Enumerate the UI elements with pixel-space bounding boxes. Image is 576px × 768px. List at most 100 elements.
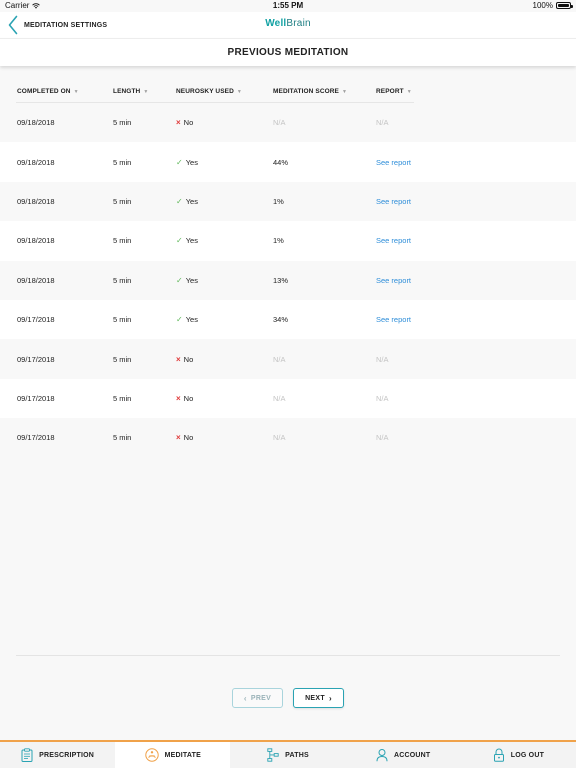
column-header-neurosky-used[interactable]: NEUROSKY USED ▼ (176, 88, 242, 95)
sort-arrow-icon: ▼ (236, 88, 242, 95)
column-header-report[interactable]: REPORT ▼ (376, 88, 412, 95)
cell-completed-on: 09/18/2018 (17, 275, 55, 285)
cell-length: 5 min (113, 236, 132, 246)
table-row: 09/18/2018 5 min ✓ Yes 1% See report (0, 181, 576, 222)
column-header-length[interactable]: LENGTH ▼ (113, 88, 148, 95)
cell-meditation-score: 44% (273, 157, 289, 167)
see-report-link[interactable]: See report (376, 300, 411, 339)
cell-neurosky-used: ✓ Yes (176, 182, 198, 221)
next-page-button[interactable]: NEXT › (293, 688, 344, 708)
cell-length: 5 min (113, 433, 132, 443)
chevron-right-icon: › (328, 693, 332, 703)
tab-paths[interactable]: PATHS (230, 742, 345, 768)
table-body: 09/18/2018 5 min × No N/A N/A 09/18/2018 5 min ✓… (0, 103, 576, 458)
table-row: 09/18/2018 5 min × No N/A N/A (0, 103, 576, 143)
tab-label: MEDITATE (164, 751, 201, 759)
cell-length: 5 min (113, 118, 132, 128)
see-report-link[interactable]: See report (376, 142, 411, 181)
cross-icon: × (176, 433, 181, 443)
cell-neurosky-used: × No (176, 103, 193, 142)
see-report-link[interactable]: See report (376, 221, 411, 260)
battery-indicator: 100% (532, 1, 573, 10)
cell-neurosky-used: × No (176, 418, 193, 457)
cell-report: N/A (376, 393, 389, 403)
tab-prescription[interactable]: PRESCRIPTION (0, 742, 115, 768)
check-icon: ✓ (176, 275, 183, 285)
cell-neurosky-used: ✓ Yes (176, 221, 198, 260)
cross-icon: × (176, 393, 181, 403)
sort-arrow-icon: ▼ (406, 88, 412, 95)
cell-meditation-score: N/A (273, 354, 286, 364)
column-header-label: NEUROSKY USED (176, 88, 234, 95)
cross-icon: × (176, 118, 181, 128)
sort-arrow-icon: ▼ (143, 88, 149, 95)
tab-bar: PRESCRIPTION MEDITATE PATHS ACCOUNT LOG … (0, 740, 576, 768)
sort-arrow-icon: ▼ (342, 88, 348, 95)
cell-length: 5 min (113, 196, 132, 206)
check-icon: ✓ (176, 315, 183, 325)
chevron-left-icon: ‹ (243, 693, 247, 703)
table-row: 09/18/2018 5 min ✓ Yes 1% See report (0, 221, 576, 261)
prev-page-label: PREV (250, 694, 272, 702)
neurosky-value: No (183, 354, 194, 364)
cell-neurosky-used: ✓ Yes (176, 261, 198, 300)
tab-meditate[interactable]: MEDITATE (115, 742, 231, 768)
check-icon: ✓ (176, 157, 183, 167)
column-header-label: LENGTH (113, 88, 141, 95)
tab-log-out[interactable]: LOG OUT (461, 742, 576, 768)
lock-icon (493, 748, 504, 762)
neurosky-value: No (183, 118, 194, 128)
see-report-link[interactable]: See report (376, 182, 411, 221)
tab-account[interactable]: ACCOUNT (346, 742, 461, 768)
table-row: 09/17/2018 5 min × No N/A N/A (0, 418, 576, 458)
tab-label: PATHS (285, 751, 309, 759)
status-bar: Carrier 1:55 PM 100% (0, 0, 576, 12)
cell-completed-on: 09/17/2018 (17, 433, 55, 443)
cell-completed-on: 09/18/2018 (17, 196, 55, 206)
cell-length: 5 min (113, 275, 132, 285)
clipboard-icon (21, 748, 33, 762)
cell-meditation-score: N/A (273, 433, 286, 443)
check-icon: ✓ (176, 236, 183, 246)
sort-arrow-icon: ▼ (73, 88, 79, 95)
cross-icon: × (176, 354, 181, 364)
cell-report: N/A (376, 354, 389, 364)
prev-page-button[interactable]: ‹ PREV (232, 688, 283, 708)
neurosky-value: Yes (185, 275, 198, 285)
next-page-label: NEXT (305, 694, 325, 702)
column-header-completed-on[interactable]: COMPLETED ON ▼ (17, 88, 79, 95)
table-header: COMPLETED ON ▼ LENGTH ▼ NEUROSKY USED ▼ MED… (0, 80, 576, 103)
brand-logo: WellBrain (0, 18, 576, 29)
brand-well: Well (265, 18, 287, 29)
tab-label: PRESCRIPTION (39, 751, 95, 759)
brand-brain: Brain (286, 18, 311, 29)
page-title: PREVIOUS MEDITATION (227, 47, 349, 58)
column-header-label: REPORT (376, 88, 404, 95)
cell-meditation-score: 1% (273, 196, 284, 206)
cell-completed-on: 09/18/2018 (17, 157, 55, 167)
cell-completed-on: 09/18/2018 (17, 236, 55, 246)
page-header: PREVIOUS MEDITATION (0, 38, 576, 66)
navigation-bar: MEDITATION SETTINGS WellBrain (0, 12, 576, 38)
cell-completed-on: 09/17/2018 (17, 393, 55, 403)
see-report-link[interactable]: See report (376, 261, 411, 300)
cell-neurosky-used: ✓ Yes (176, 142, 198, 181)
status-time: 1:55 PM (272, 1, 304, 10)
cell-report: N/A (376, 433, 389, 443)
cell-meditation-score: 1% (273, 236, 284, 246)
cell-neurosky-used: × No (176, 379, 193, 418)
column-header-meditation-score[interactable]: MEDITATION SCORE ▼ (273, 88, 347, 95)
cell-length: 5 min (113, 393, 132, 403)
cell-meditation-score: N/A (273, 393, 286, 403)
battery-percent: 100% (532, 1, 553, 10)
cell-length: 5 min (113, 157, 132, 167)
neurosky-value: Yes (185, 236, 198, 246)
cell-report: N/A (376, 118, 389, 128)
neurosky-value: Yes (185, 315, 198, 325)
cell-completed-on: 09/18/2018 (17, 118, 55, 128)
column-header-label: MEDITATION SCORE (273, 88, 339, 95)
tab-label: ACCOUNT (394, 751, 431, 759)
column-header-label: COMPLETED ON (17, 88, 71, 95)
battery-icon (556, 2, 573, 9)
table-row: 09/17/2018 5 min ✓ Yes 34% See report (0, 299, 576, 340)
